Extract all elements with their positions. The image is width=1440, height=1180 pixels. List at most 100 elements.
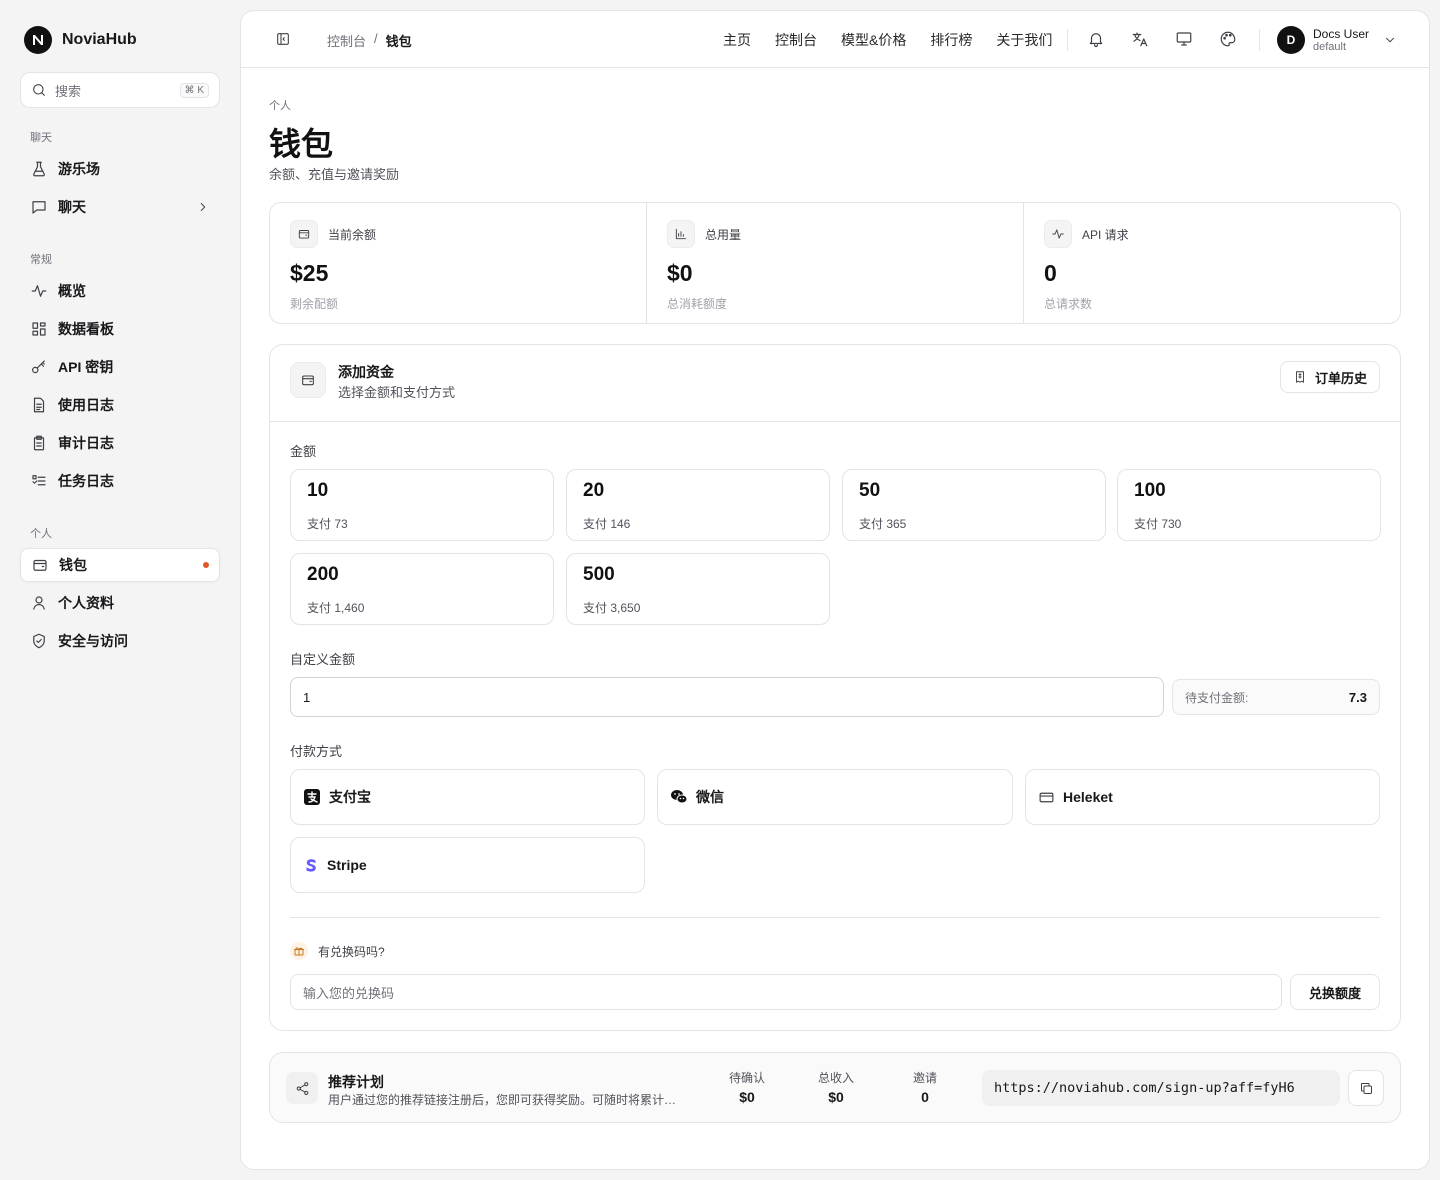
payment-label: 支付宝	[329, 789, 371, 805]
breadcrumb-console[interactable]: 控制台	[327, 31, 366, 50]
stat-value: 0	[1044, 260, 1057, 286]
sidebar-item-label: 使用日志	[58, 397, 114, 413]
nav-group-title-general: 常规	[30, 254, 52, 266]
card-icon	[1039, 792, 1054, 802]
referral-stat-label: 邀请	[912, 1071, 937, 1085]
notifications-button[interactable]	[1087, 30, 1105, 48]
amount-value: 10	[307, 480, 329, 501]
sidebar-item-audit-logs[interactable]: 审计日志	[20, 426, 220, 460]
divider	[1067, 29, 1068, 51]
sidebar-item-usage-logs[interactable]: 使用日志	[20, 388, 220, 422]
referral-link[interactable]: https://noviahub.com/sign-up?aff=fyH6	[982, 1070, 1340, 1106]
sidebar-item-api-keys[interactable]: API 密钥	[20, 350, 220, 384]
brand[interactable]: NoviaHub	[24, 26, 137, 54]
sidebar-item-dashboard[interactable]: 数据看板	[20, 312, 220, 346]
add-funds-subtitle: 选择金额和支付方式	[338, 385, 456, 400]
nav-models-pricing[interactable]: 模型&价格	[841, 30, 906, 50]
payment-label: 微信	[696, 789, 724, 805]
stat-hint: 剩余配额	[290, 297, 339, 311]
user-name: Docs User	[1313, 26, 1370, 41]
redeem-question: 有兑换码吗?	[318, 944, 385, 959]
payment-wechat[interactable]: 微信	[657, 769, 1013, 825]
user-icon	[33, 596, 45, 610]
divider	[290, 917, 1380, 918]
receipt-icon	[1296, 371, 1304, 383]
amount-value: 20	[583, 480, 605, 501]
stat-label: API 请求	[1082, 227, 1129, 242]
referral-title: 推荐计划	[328, 1074, 384, 1090]
add-funds-header: 添加资金 选择金额和支付方式 订单历史	[270, 345, 1400, 422]
sidebar-item-label: 数据看板	[58, 321, 114, 337]
referral-stat-label: 总收入	[817, 1071, 854, 1085]
brand-name: NoviaHub	[62, 31, 137, 48]
nav-home[interactable]: 主页	[723, 30, 751, 50]
payment-heleket[interactable]: Heleket	[1025, 769, 1380, 825]
sidebar-item-playground[interactable]: 游乐场	[20, 152, 220, 186]
sidebar-toggle-button[interactable]	[275, 31, 291, 47]
amount-value: 500	[583, 564, 615, 585]
nav-leaderboard[interactable]: 排行榜	[930, 30, 972, 50]
amount-value: 100	[1134, 480, 1166, 501]
top-nav: 主页 控制台 模型&价格 排行榜 关于我们	[723, 30, 1052, 50]
redeem-code-input[interactable]: 输入您的兑换码	[290, 974, 1282, 1010]
gift-icon	[290, 942, 308, 960]
custom-amount-input[interactable]: 1	[290, 677, 1164, 717]
sidebar-item-profile[interactable]: 个人资料	[20, 586, 220, 620]
chat-icon	[32, 201, 46, 214]
shield-icon	[33, 633, 45, 649]
amount-option-200[interactable]: 200 支付 1,460	[290, 553, 554, 625]
nav-about[interactable]: 关于我们	[996, 30, 1052, 50]
nav-group-title-chat: 聊天	[30, 132, 52, 144]
payment-stripe[interactable]: Stripe	[290, 837, 645, 893]
search-input[interactable]: 搜索 ⌘ K	[20, 72, 220, 108]
sidebar-item-wallet[interactable]: 钱包	[20, 548, 220, 582]
stats-card: 当前余额 $25 剩余配额 总用量 $0 总消耗额度 API 请求 0 总请求数	[269, 202, 1401, 324]
wallet-icon	[290, 220, 318, 248]
referral-stat-value: $0	[739, 1089, 755, 1105]
chevron-down-icon	[1386, 37, 1394, 43]
amount-option-100[interactable]: 100 支付 730	[1117, 469, 1381, 541]
referral-stat-value: 0	[921, 1089, 929, 1105]
redeem-code-placeholder: 输入您的兑换码	[303, 985, 395, 1001]
breadcrumb: 控制台 / 钱包	[327, 31, 412, 50]
amount-option-500[interactable]: 500 支付 3,650	[566, 553, 830, 625]
display-button[interactable]	[1175, 30, 1193, 48]
user-menu[interactable]: D Docs User default	[1277, 26, 1397, 54]
stat-value: $25	[290, 260, 329, 286]
nav-console[interactable]: 控制台	[775, 30, 817, 50]
stat-label: 当前余额	[328, 227, 377, 242]
wallet-icon	[33, 559, 47, 571]
palette-icon	[1220, 31, 1236, 47]
language-button[interactable]	[1131, 30, 1149, 48]
amount-option-20[interactable]: 20 支付 146	[566, 469, 830, 541]
payment-label: Heleket	[1063, 789, 1113, 805]
activity-icon	[31, 285, 47, 297]
custom-amount-label: 自定义金额	[290, 652, 356, 667]
user-info: Docs User default	[1313, 27, 1369, 54]
stat-hint: 总请求数	[1044, 297, 1093, 311]
amount-pay: 支付 365	[859, 517, 907, 531]
sidebar-item-label: 任务日志	[58, 473, 114, 489]
sidebar-item-chat[interactable]: 聊天	[20, 190, 220, 224]
redeem-button[interactable]: 兑换额度	[1290, 974, 1380, 1010]
pending-amount: 待支付金额: 7.3	[1172, 679, 1380, 715]
theme-button[interactable]	[1219, 30, 1237, 48]
payment-alipay[interactable]: 支付宝	[290, 769, 645, 825]
sidebar: NoviaHub 搜索 ⌘ K 聊天 游乐场 聊天 常规 概览 数据看板 API…	[0, 0, 240, 1180]
stripe-icon	[306, 859, 316, 872]
amount-option-50[interactable]: 50 支付 365	[842, 469, 1106, 541]
sidebar-item-label: 聊天	[58, 199, 86, 215]
stat-value: $0	[667, 260, 693, 286]
copy-link-button[interactable]	[1348, 1070, 1384, 1106]
referral-card: 推荐计划 用户通过您的推荐链接注册后，您即可获得奖励。可随时将累计奖励划转到余额…	[269, 1052, 1401, 1123]
user-role: default	[1313, 40, 1347, 53]
main-panel: 控制台 / 钱包 主页 控制台 模型&价格 排行榜 关于我们 D Docs Us…	[240, 10, 1430, 1170]
search-placeholder: 搜索	[55, 83, 82, 99]
sidebar-item-overview[interactable]: 概览	[20, 274, 220, 308]
amount-option-10[interactable]: 10 支付 73	[290, 469, 554, 541]
wechat-icon	[671, 790, 688, 804]
key-icon	[32, 360, 45, 374]
sidebar-item-security[interactable]: 安全与访问	[20, 624, 220, 658]
order-history-button[interactable]: 订单历史	[1279, 361, 1380, 393]
sidebar-item-task-logs[interactable]: 任务日志	[20, 464, 220, 498]
